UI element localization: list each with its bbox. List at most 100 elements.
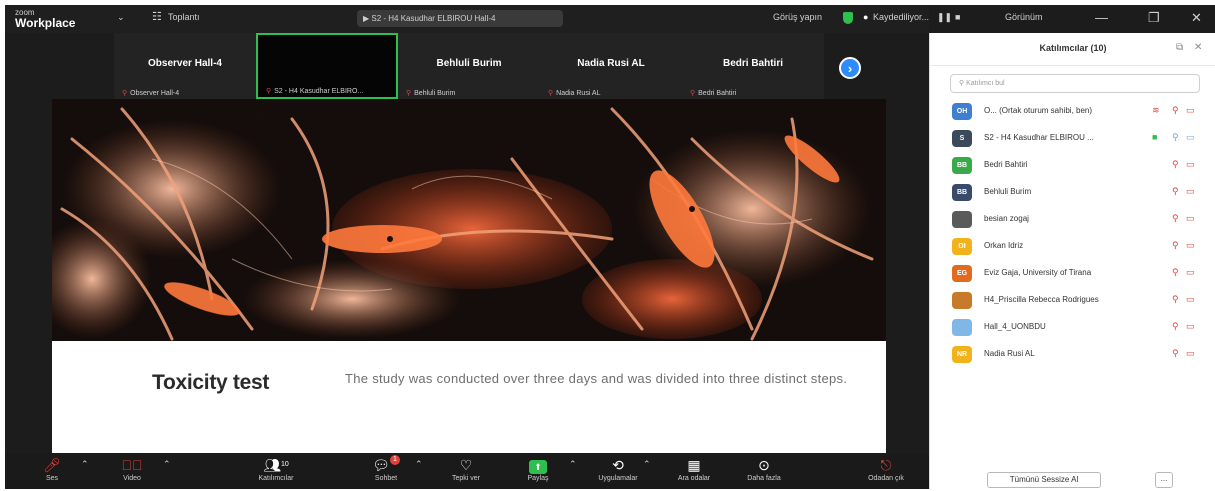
video-off-icon[interactable]: ▭ [1186, 186, 1195, 197]
close-icon[interactable]: ✕ [1191, 10, 1202, 26]
avatar: BB [952, 157, 972, 174]
video-options-caret-icon[interactable]: ⌃ [163, 459, 171, 470]
mic-muted-icon[interactable]: ⚲ [1172, 105, 1179, 116]
popout-icon[interactable]: ⧉ [1176, 42, 1183, 53]
recording-label[interactable]: Kaydediliyor... [873, 12, 929, 22]
thumbnail-sub-label: Bedri Bahtiri [698, 90, 737, 97]
thumbnail-sub: ⚲ Nadia Rusi AL [548, 89, 678, 97]
zoom-logo: zoom Workplace [15, 7, 75, 29]
minimize-icon[interactable]: — [1095, 10, 1108, 25]
thumbnail-sub-label: Nadia Rusi AL [556, 90, 601, 97]
video-off-icon[interactable]: ▭ [1186, 348, 1195, 359]
thumbnail-sub: ⚲ Behluli Burim [406, 89, 536, 97]
meeting-info-pill[interactable]: ▶ S2 - H4 Kasudhar ELBIROU Hall-4 [357, 10, 563, 27]
brine-shrimp-photo [52, 99, 886, 341]
participant-row[interactable]: EG Eviz Gaja, University of Tirana ⚲ ▭ [930, 261, 1215, 288]
thumbnail-name: Bedri Bahtiri [722, 58, 783, 69]
video-off-icon[interactable]: ▭ [1186, 294, 1195, 305]
menu-caret-icon[interactable]: ⌄ [117, 12, 125, 23]
recording-stop-icon[interactable]: ■ [955, 12, 960, 22]
recording-pause-icon[interactable]: ❚❚ [937, 12, 952, 23]
video-off-icon[interactable]: ▭ [1186, 321, 1195, 332]
thumbnail-name: Observer Hall-4 [148, 58, 222, 69]
apps-options-caret-icon[interactable]: ⌃ [643, 459, 651, 470]
video-on-icon[interactable]: ▭ [1186, 132, 1195, 143]
participants-panel: Katılımcılar (10) ⧉ ✕ ⚲ Katılımcı bul OH… [929, 33, 1215, 489]
maximize-icon[interactable]: ❐ [1148, 10, 1160, 26]
participants-button[interactable]: 👥︎10 Katılımcılar [241, 455, 311, 482]
logo-line-2: Workplace [15, 16, 76, 30]
meetings-label[interactable]: Toplantı [168, 12, 200, 22]
video-off-icon[interactable]: ▭ [1186, 213, 1195, 224]
panel-more-button[interactable]: ... [1155, 472, 1173, 488]
video-off-icon: ▭⃠ [121, 457, 143, 473]
video-off-icon[interactable]: ▭ [1186, 105, 1195, 116]
participant-row[interactable]: Hall_4_UONBDU ⚲ ▭ [930, 315, 1215, 342]
participant-row[interactable]: besian zogaj ⚲ ▭ [930, 207, 1215, 234]
share-button[interactable]: ⬆ Paylaş [503, 455, 573, 482]
avatar-photo [952, 211, 972, 228]
mic-muted-icon: ⚲ [690, 90, 696, 97]
thumbnail-sub: ⚲ Bedri Bahtiri [690, 89, 820, 97]
avatar: EG [952, 265, 972, 282]
mic-on-icon[interactable]: ⚲ [1172, 132, 1179, 143]
thumbnail-nadia-rusi[interactable]: Nadia Rusi AL ⚲ Nadia Rusi AL [540, 33, 682, 99]
video-button[interactable]: ▭⃠ Video [97, 455, 167, 482]
mic-muted-icon[interactable]: ⚲ [1172, 186, 1179, 197]
video-off-icon[interactable]: ▭ [1186, 159, 1195, 170]
more-button[interactable]: ⊙ Daha fazla [729, 455, 799, 482]
participant-name: besian zogaj [984, 214, 1029, 223]
participant-name: Orkan Idriz [984, 241, 1024, 250]
mic-muted-icon[interactable]: ⚲ [1172, 267, 1179, 278]
mic-muted-icon: ⚲ [266, 88, 272, 95]
meetings-icon[interactable]: ☷ [152, 10, 162, 23]
react-button[interactable]: ♡ Tepki ver [431, 455, 501, 482]
audio-label: Ses [45, 475, 59, 482]
mic-muted-icon[interactable]: ⚲ [1172, 240, 1179, 251]
participant-row[interactable]: OI Orkan Idriz ⚲ ▭ [930, 234, 1215, 261]
thumbnail-active-speaker[interactable]: ⚲ S2 - H4 Kasudhar ELBIRO... [256, 33, 398, 99]
participant-row[interactable]: S S2 - H4 Kasudhar ELBIROU ... ■ ⚲ ▭ [930, 126, 1215, 153]
thumbnail-behluli-burim[interactable]: Behluli Burim ⚲ Behluli Burim [398, 33, 540, 99]
mic-muted-icon[interactable]: ⚲ [1172, 348, 1179, 359]
breakout-rooms-button[interactable]: ▦ Ara odalar [659, 455, 729, 482]
security-shield-icon[interactable] [843, 12, 853, 24]
thumbnail-bedri-bahtiri[interactable]: Bedri Bahtiri ⚲ Bedri Bahtiri [682, 33, 824, 99]
avatar: NR [952, 346, 972, 363]
more-label: Daha fazla [747, 475, 781, 482]
panel-close-icon[interactable]: ✕ [1194, 42, 1202, 53]
participant-row[interactable]: BB Behluli Burim ⚲ ▭ [930, 180, 1215, 207]
mic-muted-icon[interactable]: ⚲ [1172, 213, 1179, 224]
shared-screen-slide: Toxicity test The study was conducted ov… [52, 99, 886, 453]
participant-row[interactable]: H4_Priscilla Rebecca Rodrigues ⚲ ▭ [930, 288, 1215, 315]
audio-button[interactable]: 🎤︎ Ses [17, 455, 87, 482]
shrimp-photo-illustration [52, 99, 886, 341]
participant-row[interactable]: NR Nadia Rusi AL ⚲ ▭ [930, 342, 1215, 369]
chat-options-caret-icon[interactable]: ⌃ [415, 459, 423, 470]
mute-all-button[interactable]: Tümünü Sessize Al [987, 472, 1101, 488]
view-label[interactable]: Görüş yapın [773, 12, 822, 22]
video-off-icon[interactable]: ▭ [1186, 240, 1195, 251]
video-off-icon[interactable]: ▭ [1186, 267, 1195, 278]
mic-muted-icon[interactable]: ⚲ [1172, 321, 1179, 332]
thumbnail-observer-hall-4[interactable]: Observer Hall-4 ⚲ Observer Hall-4 [114, 33, 256, 99]
chat-badge: 1 [389, 455, 400, 465]
view-mode-label[interactable]: Görünüm [1005, 12, 1043, 22]
mic-muted-icon: ⚲ [548, 90, 554, 97]
next-page-arrow-icon[interactable]: › [839, 57, 861, 79]
thumbnail-sub-label: Observer Hall-4 [130, 90, 180, 97]
mic-muted-icon[interactable]: ⚲ [1172, 159, 1179, 170]
chat-button[interactable]: 💬︎ 1 Sohbet [351, 455, 421, 482]
avatar-photo [952, 292, 972, 309]
chat-icon: 💬︎ 1 [351, 455, 421, 475]
participant-row[interactable]: BB Bedri Bahtiri ⚲ ▭ [930, 153, 1215, 180]
mic-muted-icon[interactable]: ⚲ [1172, 294, 1179, 305]
participant-search-input[interactable]: ⚲ Katılımcı bul [950, 74, 1200, 93]
thumbnail-name: Behluli Burim [436, 58, 502, 69]
thumbnail-sub: ⚲ Observer Hall-4 [122, 89, 252, 97]
leave-button[interactable]: ⎋ Odadan çık [851, 455, 921, 482]
share-options-caret-icon[interactable]: ⌃ [569, 459, 577, 470]
audio-options-caret-icon[interactable]: ⌃ [81, 459, 89, 470]
participant-row[interactable]: OH O... (Ortak oturum sahibi, ben) ≋ ⚲ ▭ [930, 99, 1215, 126]
slide-title: Toxicity test [152, 371, 270, 394]
